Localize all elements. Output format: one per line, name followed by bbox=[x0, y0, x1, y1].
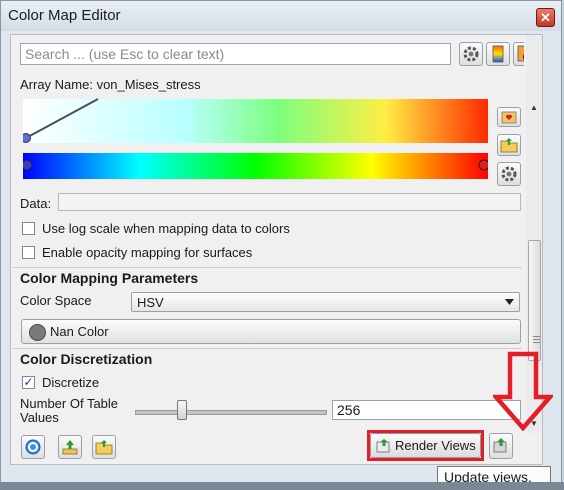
opacity-mapping-label: Enable opacity mapping for surfaces bbox=[42, 245, 253, 260]
reset-range-icon[interactable] bbox=[58, 435, 82, 459]
nan-color-swatch bbox=[29, 324, 46, 341]
chevron-down-icon bbox=[505, 299, 514, 305]
discretize-checkbox[interactable]: ✓ bbox=[22, 376, 35, 389]
scrollbar-thumb[interactable] bbox=[528, 240, 541, 361]
title-bar[interactable]: Color Map Editor ✕ bbox=[1, 1, 561, 31]
color-control-point-start bbox=[23, 159, 33, 171]
color-control-point-end bbox=[478, 159, 488, 171]
color-discretization-heading: Color Discretization bbox=[20, 351, 153, 367]
red-arrow-annotation bbox=[493, 351, 553, 431]
taskbar-strip bbox=[0, 482, 564, 490]
opacity-control-point bbox=[23, 133, 31, 143]
rescale-range-icon[interactable] bbox=[21, 435, 45, 459]
render-views-highlight bbox=[367, 430, 484, 461]
log-scale-checkbox[interactable] bbox=[22, 222, 35, 235]
color-space-select[interactable]: HSV bbox=[131, 292, 520, 312]
color-space-label: Color Space bbox=[20, 293, 92, 308]
close-button[interactable]: ✕ bbox=[536, 8, 555, 27]
scroll-up-arrow-icon[interactable]: ▲ bbox=[530, 103, 538, 112]
save-palette-icon[interactable]: e bbox=[513, 42, 524, 66]
color-space-value: HSV bbox=[137, 295, 164, 310]
auto-update-icon[interactable] bbox=[489, 433, 513, 459]
search-input[interactable] bbox=[20, 43, 451, 65]
section-divider bbox=[13, 267, 522, 268]
color-transfer-bar bbox=[23, 153, 488, 179]
nan-color-button[interactable]: Nan Color bbox=[21, 319, 521, 344]
table-values-label-line1: Number Of Table bbox=[20, 396, 119, 411]
log-scale-label: Use log scale when mapping data to color… bbox=[42, 221, 290, 236]
data-value-field bbox=[58, 193, 521, 211]
color-mapping-heading: Color Mapping Parameters bbox=[20, 270, 199, 286]
table-values-slider-track[interactable] bbox=[135, 410, 327, 415]
gear-icon[interactable] bbox=[459, 42, 483, 66]
table-values-label: Number Of Table Values bbox=[20, 397, 118, 425]
table-values-label-line2: Values bbox=[20, 410, 59, 425]
discretize-label: Discretize bbox=[42, 375, 100, 390]
section-divider bbox=[13, 348, 522, 349]
advanced-gear-icon[interactable] bbox=[497, 162, 521, 186]
opacity-function-bar bbox=[23, 99, 488, 143]
favorite-preset-icon[interactable] bbox=[497, 107, 521, 127]
data-label: Data: bbox=[20, 196, 52, 211]
folder-icon[interactable] bbox=[92, 435, 116, 459]
array-name-label: Array Name: von_Mises_stress bbox=[20, 77, 201, 92]
editor-panel: e Array Name: von_Mises_stress bbox=[10, 34, 543, 465]
opacity-mapping-checkbox[interactable] bbox=[22, 246, 35, 259]
scroll-area: e Array Name: von_Mises_stress bbox=[11, 35, 524, 433]
color-map-editor-area[interactable] bbox=[23, 96, 488, 190]
window-title: Color Map Editor bbox=[8, 7, 121, 24]
import-preset-icon[interactable] bbox=[497, 134, 521, 156]
nan-color-label: Nan Color bbox=[50, 324, 109, 339]
color-map-editor-window: Color Map Editor ✕ Search ... (use Esc t… bbox=[0, 0, 562, 488]
table-values-slider-handle[interactable] bbox=[177, 400, 187, 420]
color-palette-icon[interactable] bbox=[486, 42, 510, 66]
